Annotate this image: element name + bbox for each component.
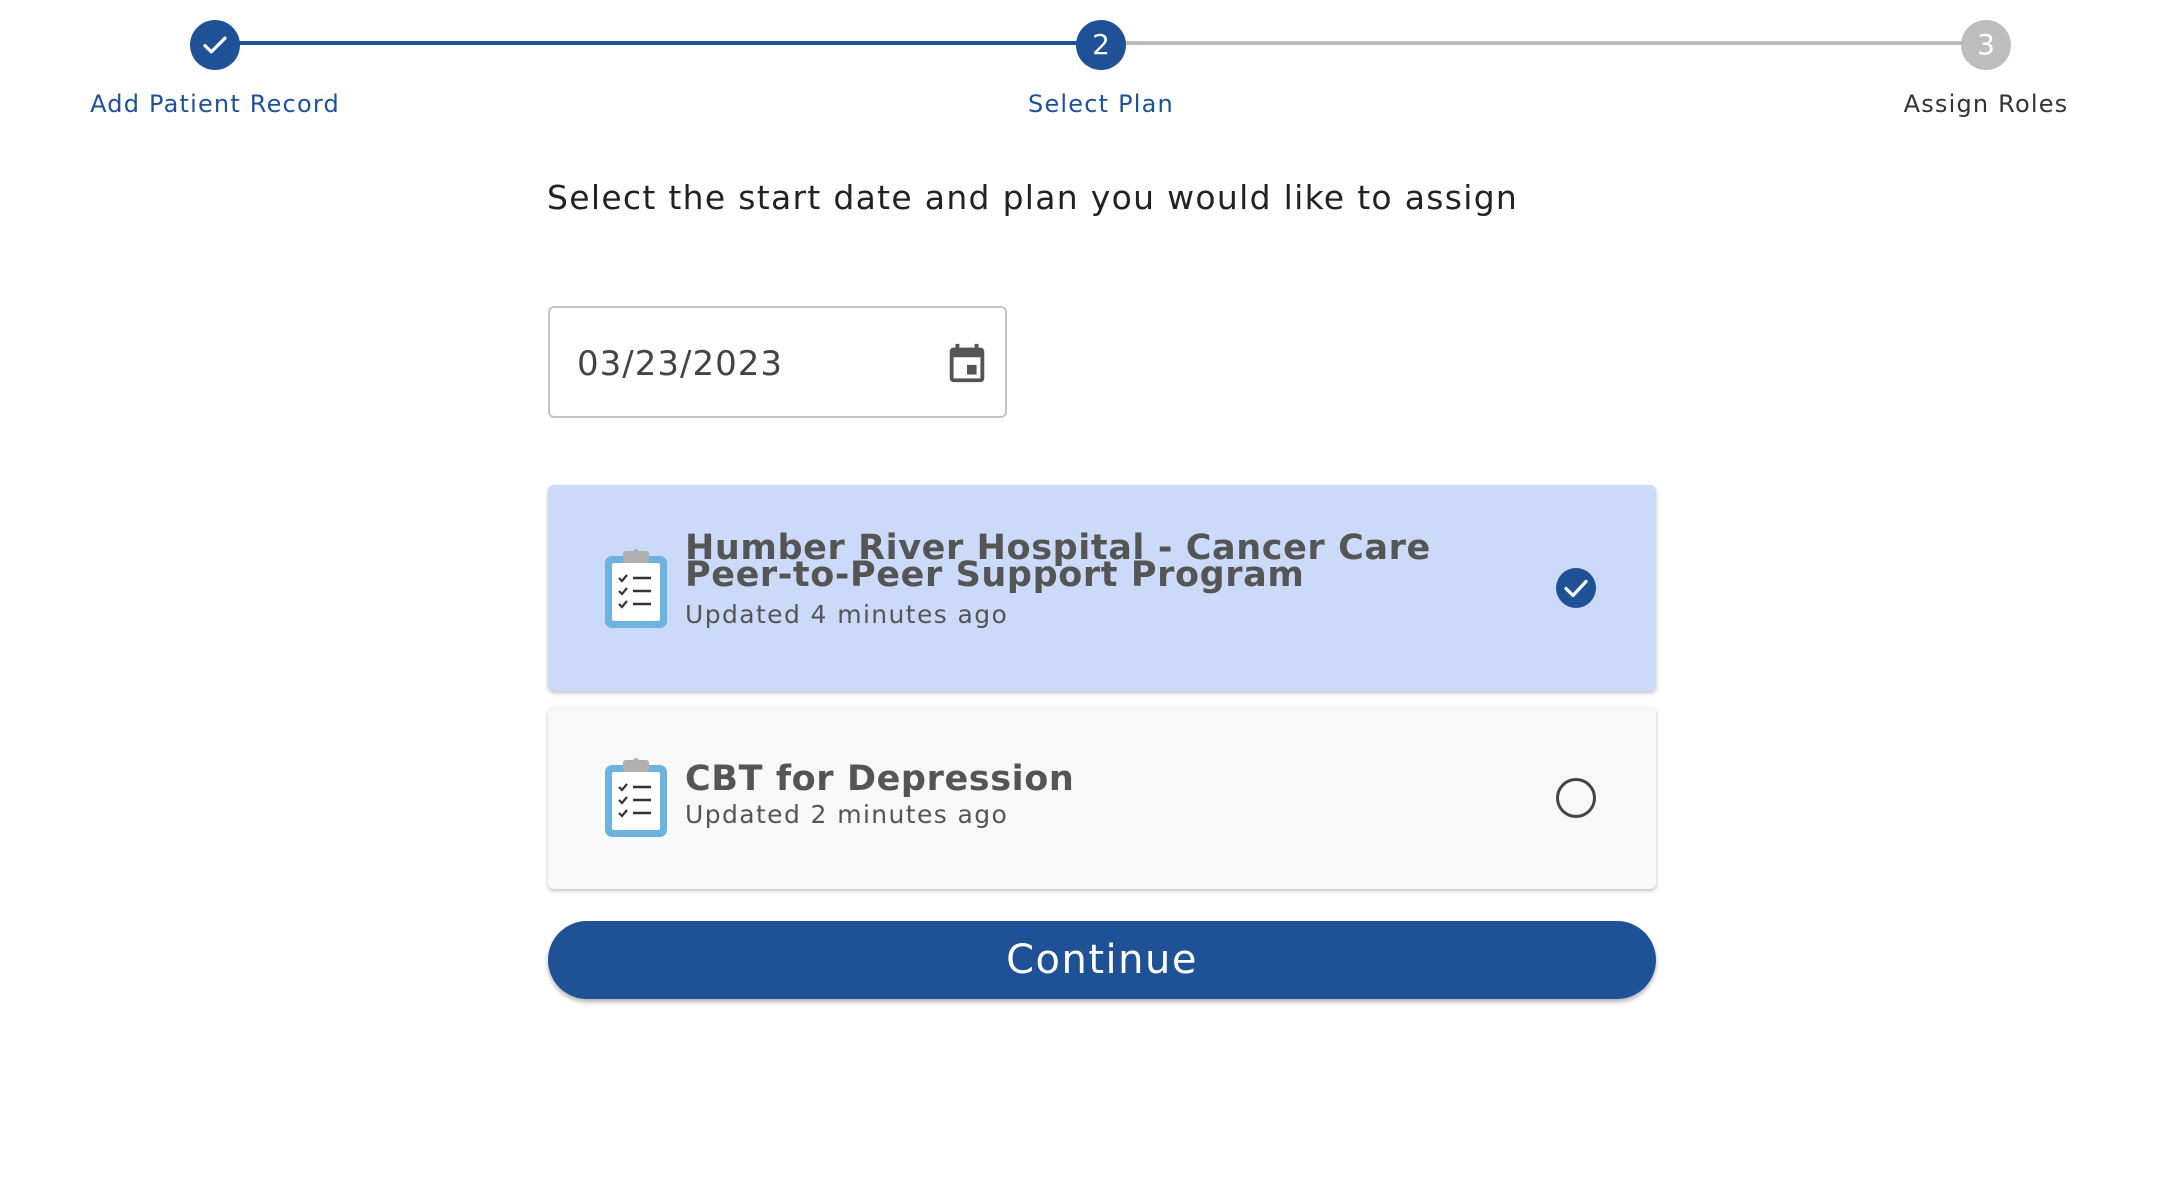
plan-updated-time: Updated 4 minutes ago — [685, 600, 1009, 629]
plan-card-cancer-care[interactable]: Humber River Hospital - Cancer Care Peer… — [548, 485, 1656, 691]
step-number: 3 — [1961, 20, 2011, 70]
plan-text: CBT for Depression Updated 2 minutes ago — [685, 757, 1525, 831]
check-circle-icon[interactable] — [1555, 567, 1597, 609]
plan-card-cbt-depression[interactable]: CBT for Depression Updated 2 minutes ago — [548, 707, 1656, 889]
plan-text: Humber River Hospital - Cancer Care Peer… — [685, 528, 1525, 631]
plan-title: Humber River Hospital - Cancer Care Peer… — [685, 528, 1431, 595]
plan-title: CBT for Depression — [685, 759, 1075, 799]
radio-unchecked-icon[interactable] — [1555, 777, 1597, 819]
continue-button[interactable]: Continue — [548, 921, 1656, 999]
progress-stepper: Add Patient Record 2 Select Plan 3 Assig… — [0, 0, 2170, 120]
step-label: Select Plan — [1028, 90, 1174, 118]
step-number: 2 — [1076, 20, 1126, 70]
instruction-text: Select the start date and plan you would… — [547, 178, 1519, 217]
start-date-field[interactable]: 03/23/2023 — [548, 306, 1007, 418]
step-assign-roles[interactable]: 3 Assign Roles — [1816, 20, 2156, 119]
assign-plan-page: Add Patient Record 2 Select Plan 3 Assig… — [0, 0, 2170, 1184]
clipboard-checklist-icon — [603, 548, 669, 630]
checkmark-icon — [190, 20, 240, 70]
step-select-plan[interactable]: 2 Select Plan — [931, 20, 1271, 119]
plan-updated-time: Updated 2 minutes ago — [685, 800, 1009, 829]
step-label: Assign Roles — [1903, 90, 2069, 118]
step-add-patient-record[interactable]: Add Patient Record — [45, 20, 385, 119]
calendar-icon[interactable] — [944, 340, 990, 386]
step-label: Add Patient Record — [90, 90, 340, 118]
clipboard-checklist-icon — [603, 757, 669, 839]
start-date-value[interactable]: 03/23/2023 — [577, 342, 783, 386]
